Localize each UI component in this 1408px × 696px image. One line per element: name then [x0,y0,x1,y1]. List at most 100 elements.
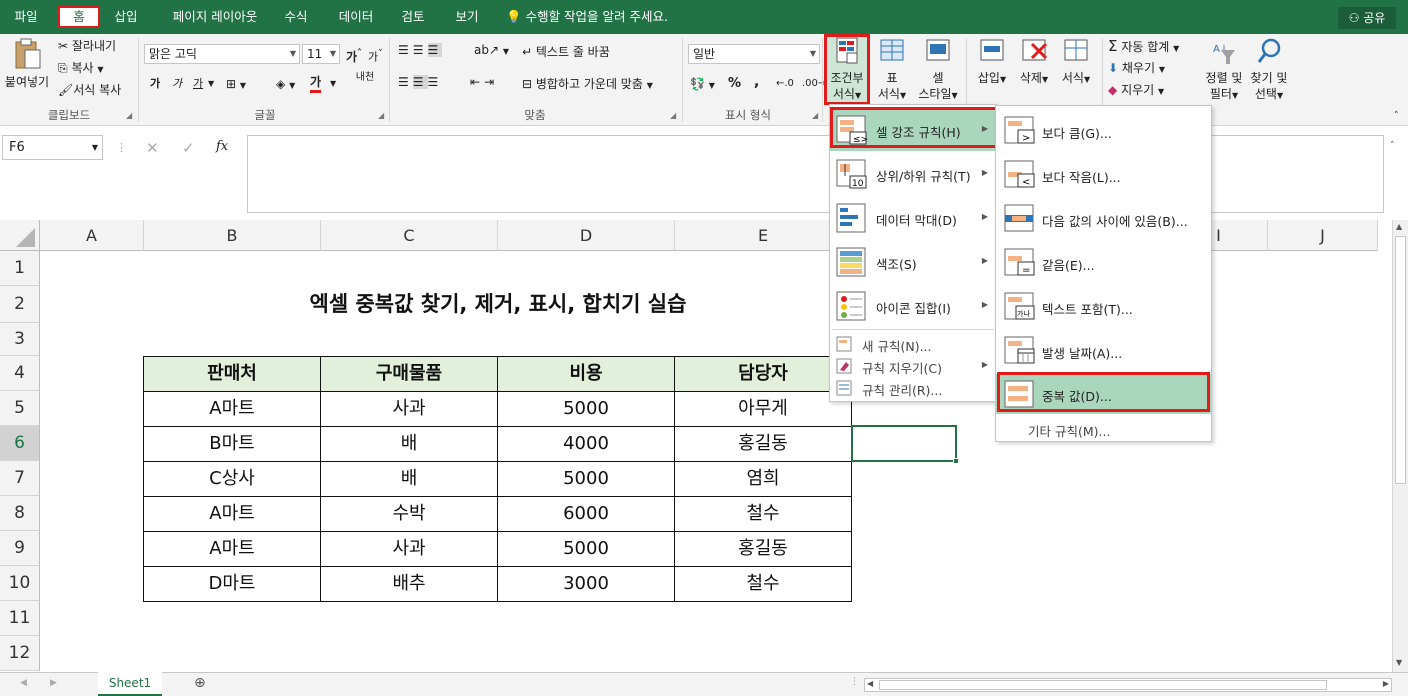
increase-decimal-button[interactable]: ←.0 [776,76,794,92]
vertical-scrollbar[interactable]: ▲ ▼ [1392,220,1408,672]
menu-item-data-bars[interactable]: 데이터 막대(D) ▶ [830,197,996,239]
menu-item-new-rule[interactable]: 새 규칙(N)... [830,333,996,355]
prev-sheet-icon[interactable]: ◀ [20,678,27,688]
menu-item-more-rules[interactable]: 기타 규칙(M)... [996,418,1211,440]
row-header[interactable]: 6 [0,426,40,461]
orientation-button[interactable]: ab↗ ▼ [474,42,509,60]
bold-button[interactable]: 가 [150,76,160,92]
collapse-ribbon-icon[interactable]: ˄ [1394,108,1399,124]
merge-center-button[interactable]: ⊟ 병합하고 가운데 맞춤 ▼ [522,76,653,94]
tab-home[interactable]: 홈 [58,6,100,28]
scroll-thumb[interactable] [1395,236,1406,484]
italic-button[interactable]: 가 [172,76,182,92]
enter-icon[interactable]: ✓ [182,139,195,157]
scroll-down-icon[interactable]: ▼ [1396,658,1402,667]
table-cell[interactable]: 철수 [674,566,852,602]
row-header[interactable]: 9 [0,531,40,566]
row-header[interactable]: 10 [0,566,40,601]
scroll-up-icon[interactable]: ▲ [1396,222,1402,231]
menu-item-equal-to[interactable]: = 같음(E)... [996,240,1211,284]
row-header[interactable]: 5 [0,391,40,426]
menu-item-greater-than[interactable]: > 보다 큼(G)... [996,108,1211,152]
table-cell[interactable]: 사과 [320,391,498,427]
font-name-combo[interactable]: 맑은 고딕 ▼ [144,44,300,64]
row-header[interactable]: 8 [0,496,40,531]
formula-input[interactable] [247,135,1384,213]
name-box[interactable]: F6 ▼ [2,135,103,160]
table-header-cell[interactable]: 담당자 [674,356,852,392]
font-size-combo[interactable]: 11 ▼ [302,44,340,64]
table-cell[interactable]: 염희 [674,461,852,497]
column-header[interactable]: J [1268,220,1378,251]
cell-styles-button[interactable]: 셀 스타일▼ [914,36,962,104]
insert-cells-button[interactable]: 삽입▼ [972,36,1012,88]
row-header[interactable]: 12 [0,636,40,671]
table-cell[interactable]: 철수 [674,496,852,532]
column-header[interactable]: A [40,220,144,251]
table-cell[interactable]: 홍길동 [674,531,852,567]
cut-button[interactable]: ✂ 잘라내기 [58,38,116,54]
tab-page-layout[interactable]: 페이지 레이아웃 [160,6,270,28]
format-cells-button[interactable]: 서식▼ [1056,36,1096,88]
add-sheet-icon[interactable]: ⊕ [194,675,206,691]
horizontal-align-buttons[interactable]: ☰☰☰ [398,74,442,90]
table-cell[interactable]: 5000 [497,531,675,567]
format-painter-button[interactable]: 🖌서식 복사 [58,82,121,98]
comma-button[interactable]: , [754,74,759,90]
table-cell[interactable]: 배추 [320,566,498,602]
table-cell[interactable]: 사과 [320,531,498,567]
table-cell[interactable]: A마트 [143,391,321,427]
clear-button[interactable]: ◆ 지우기 ▼ [1108,82,1164,100]
accounting-format-button[interactable]: 💱 ▼ [690,76,715,94]
fill-handle[interactable] [953,458,959,464]
underline-button[interactable]: 가 [193,76,203,92]
table-cell[interactable]: 6000 [497,496,675,532]
column-header[interactable]: E [675,220,852,251]
collapse-formula-icon[interactable]: ˄ [1390,141,1395,151]
grow-font-button[interactable]: 가˄ [346,46,362,65]
menu-item-color-scales[interactable]: 색조(S) ▶ [830,241,996,283]
table-cell[interactable]: 수박 [320,496,498,532]
dialog-launcher-icon[interactable]: ◢ [670,111,676,120]
scroll-right-icon[interactable]: ▶ [1383,679,1389,688]
sheet-tab[interactable]: Sheet1 [98,672,162,696]
phonetic-button[interactable]: 내천 [354,72,376,83]
tab-review[interactable]: 검토 [392,6,434,28]
menu-item-less-than[interactable]: < 보다 작음(L)... [996,152,1211,196]
menu-item-top-bottom-rules[interactable]: 10 상위/하위 규칙(T) ▶ [830,153,996,195]
select-all-corner[interactable] [0,220,40,251]
table-cell[interactable]: D마트 [143,566,321,602]
scroll-thumb[interactable] [879,680,1327,690]
table-cell[interactable]: 아무게 [674,391,852,427]
next-sheet-icon[interactable]: ▶ [50,678,57,688]
table-cell[interactable]: C상사 [143,461,321,497]
insert-function-button[interactable]: fx [216,139,228,154]
table-cell[interactable]: 5000 [497,391,675,427]
delete-cells-button[interactable]: 삭제▼ [1014,36,1054,88]
table-cell[interactable]: A마트 [143,496,321,532]
share-button[interactable]: ⚇ 공유 [1338,7,1396,29]
row-header[interactable]: 1 [0,251,40,286]
tell-me-box[interactable]: 💡 수행할 작업을 알려 주세요. [506,6,686,28]
dialog-launcher-icon[interactable]: ◢ [812,111,818,120]
row-header[interactable]: 11 [0,601,40,636]
format-as-table-button[interactable]: 표 서식▼ [872,36,912,104]
shrink-font-button[interactable]: 가˅ [368,46,383,66]
table-cell[interactable]: B마트 [143,426,321,462]
splitter-icon[interactable]: ⋮ [850,677,859,687]
menu-item-icon-sets[interactable]: 아이콘 집합(I) ▶ [830,285,996,327]
menu-item-clear-rules[interactable]: 규칙 지우기(C) ▶ [830,355,996,377]
menu-item-manage-rules[interactable]: 규칙 관리(R)... [830,377,996,399]
copy-button[interactable]: ⎘ 복사 ▼ [58,60,104,78]
tab-data[interactable]: 데이터 [330,6,382,28]
chevron-down-icon[interactable]: ▼ [330,76,336,92]
row-header[interactable]: 4 [0,356,40,391]
column-header[interactable]: C [321,220,498,251]
table-cell[interactable]: 홍길동 [674,426,852,462]
vertical-align-buttons[interactable]: ☰☰☰ [398,42,443,58]
table-header-cell[interactable]: 판매처 [143,356,321,392]
fill-button[interactable]: ⬇ 채우기 ▼ [1108,60,1165,78]
active-cell-F6[interactable] [851,425,957,462]
font-color-button[interactable]: 가 [310,74,322,93]
border-button[interactable]: ⊞ ▼ [226,76,246,94]
